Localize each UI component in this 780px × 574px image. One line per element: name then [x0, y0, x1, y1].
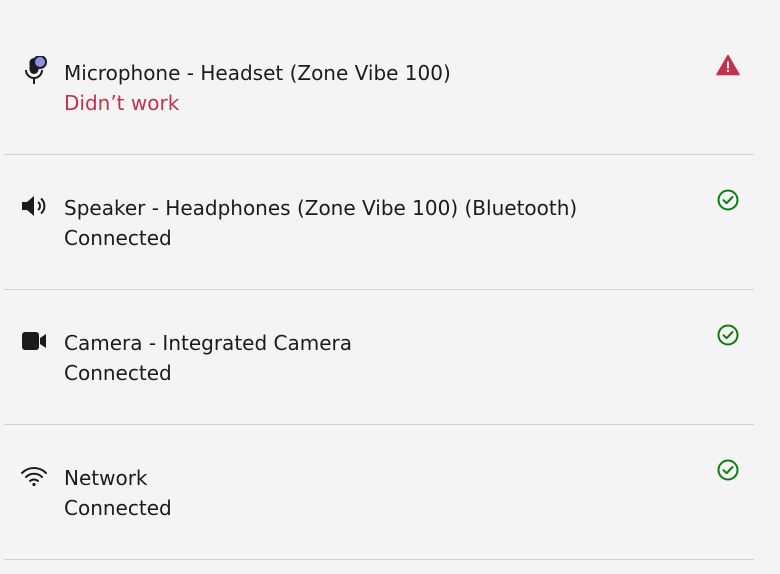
speaker-icon: [20, 192, 48, 220]
device-title: Camera - Integrated Camera: [64, 331, 352, 355]
list-item-network[interactable]: Network Connected: [4, 425, 754, 560]
list-item-speaker[interactable]: Speaker - Headphones (Zone Vibe 100) (Bl…: [4, 155, 754, 290]
row-text: Camera - Integrated Camera Connected: [64, 328, 352, 388]
device-title: Microphone - Headset (Zone Vibe 100): [64, 61, 451, 85]
device-title: Network: [64, 466, 148, 490]
device-status: Didn’t work: [64, 91, 180, 115]
device-title: Speaker - Headphones (Zone Vibe 100) (Bl…: [64, 196, 578, 220]
device-status: Connected: [64, 361, 172, 385]
check-circle-icon: [716, 458, 740, 482]
check-circle-icon: [716, 188, 740, 212]
wifi-icon: [20, 462, 48, 490]
device-status: Connected: [64, 496, 172, 520]
device-status-list: Microphone - Headset (Zone Vibe 100) Did…: [4, 20, 754, 560]
check-circle-icon: [716, 323, 740, 347]
list-item-camera[interactable]: Camera - Integrated Camera Connected: [4, 290, 754, 425]
row-text: Network Connected: [64, 463, 172, 523]
microphone-icon: [20, 56, 48, 85]
device-status: Connected: [64, 226, 172, 250]
warning-icon: [716, 53, 740, 77]
row-text: Microphone - Headset (Zone Vibe 100) Did…: [64, 58, 451, 118]
row-text: Speaker - Headphones (Zone Vibe 100) (Bl…: [64, 193, 577, 253]
camera-icon: [20, 327, 48, 355]
list-item-microphone[interactable]: Microphone - Headset (Zone Vibe 100) Did…: [4, 20, 754, 155]
